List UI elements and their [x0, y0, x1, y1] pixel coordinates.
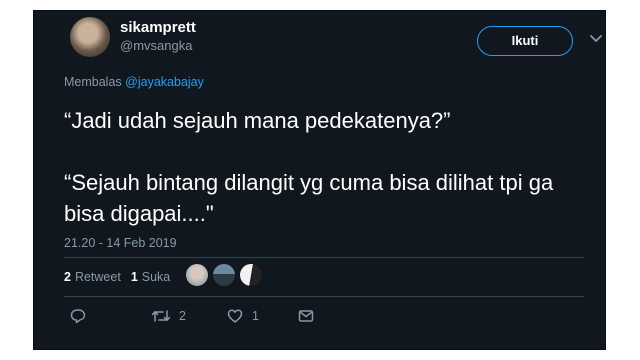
- reply-mention-link[interactable]: @jayakabajay: [125, 75, 204, 89]
- like-stat-count: 1: [130, 270, 138, 284]
- reply-icon: [70, 309, 86, 324]
- divider: [64, 296, 584, 297]
- message-icon: [298, 310, 314, 322]
- retweet-stat-label: Retweet: [74, 270, 121, 284]
- liker-avatar[interactable]: [185, 263, 209, 287]
- tweet-actions: 2 1: [64, 307, 315, 325]
- like-icon: [227, 309, 243, 323]
- like-count: 1: [251, 309, 259, 323]
- reply-context: Membalas @jayakabajay: [64, 75, 204, 89]
- follow-button[interactable]: Ikuti: [477, 26, 573, 56]
- like-stat[interactable]: 1 Suka: [131, 270, 170, 284]
- user-handle[interactable]: @mvsangka: [120, 38, 192, 53]
- display-name[interactable]: sikamprett: [120, 19, 196, 36]
- tweet-text: “Jadi udah sejauh mana pedekatenya?” “Se…: [64, 108, 554, 226]
- retweet-stat[interactable]: 2 Retweet: [64, 270, 121, 284]
- retweet-stat-count: 2: [64, 270, 71, 284]
- liker-avatars: [185, 263, 263, 287]
- direct-message-button[interactable]: [297, 307, 315, 325]
- liker-avatar[interactable]: [212, 263, 236, 287]
- retweet-icon: [151, 310, 171, 322]
- engagement-stats: 2 Retweet 1 Suka: [64, 267, 180, 287]
- like-button[interactable]: 1: [226, 307, 259, 325]
- chevron-down-icon[interactable]: [587, 29, 605, 47]
- divider: [64, 257, 584, 258]
- retweet-count: 2: [179, 309, 186, 323]
- tweet-card: sikamprett @mvsangka Ikuti Membalas @jay…: [33, 10, 606, 350]
- retweet-button[interactable]: 2: [151, 307, 186, 325]
- avatar[interactable]: [70, 17, 110, 57]
- reply-button[interactable]: [69, 307, 95, 325]
- like-stat-label: Suka: [141, 270, 171, 284]
- liker-avatar[interactable]: [239, 263, 263, 287]
- reply-prefix: Membalas: [64, 75, 122, 89]
- tweet-timestamp[interactable]: 21.20 - 14 Feb 2019: [64, 236, 177, 250]
